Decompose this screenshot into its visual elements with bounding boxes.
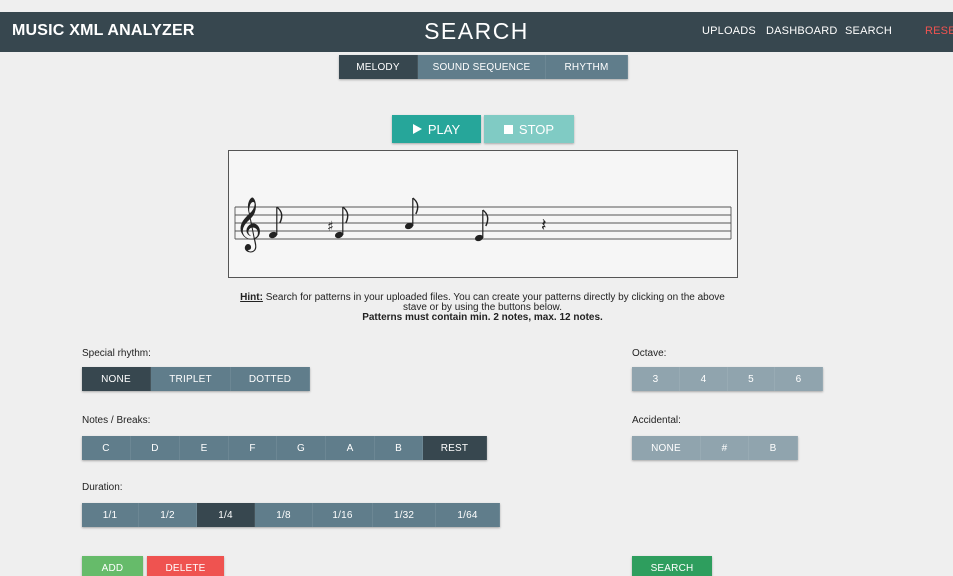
nav-uploads[interactable]: UPLOADS (702, 25, 756, 37)
stop-label: STOP (518, 121, 555, 137)
play-label: PLAY (427, 121, 461, 137)
duration-1-2-button[interactable]: 1/2 (139, 503, 197, 527)
notes-breaks-label: Notes / Breaks: (82, 415, 151, 426)
stop-icon (503, 124, 513, 134)
octave-4-button[interactable]: 4 (680, 367, 728, 391)
hint-label: Hint: (240, 292, 263, 303)
hint-body: Search for patterns in your uploaded fil… (265, 292, 725, 313)
rest-button[interactable]: REST (423, 436, 487, 460)
note-g-button[interactable]: G (277, 436, 326, 460)
octave-label: Octave: (632, 348, 667, 359)
sharp-icon: ♯ (327, 219, 334, 235)
add-button[interactable]: ADD (82, 556, 143, 576)
octave-5-button[interactable]: 5 (728, 367, 775, 391)
stop-button[interactable]: STOP (484, 115, 574, 143)
rhythm-none-button[interactable]: NONE (82, 367, 151, 391)
nav-reset[interactable]: RESET (925, 25, 953, 37)
duration-1-8-button[interactable]: 1/8 (255, 503, 313, 527)
note-c-button[interactable]: C (82, 436, 131, 460)
hint-rule: Patterns must contain min. 2 notes, max.… (362, 312, 603, 323)
note-3[interactable] (404, 197, 419, 230)
hint-text: Hint: Search for patterns in your upload… (240, 293, 725, 323)
search-mode-tabs: MELODY SOUND SEQUENCE RHYTHM (339, 55, 628, 79)
duration-1-16-button[interactable]: 1/16 (313, 503, 373, 527)
note-a-button[interactable]: A (326, 436, 375, 460)
treble-clef-icon: 𝄞 (235, 196, 262, 252)
nav-dashboard[interactable]: DASHBOARD (766, 25, 837, 37)
accidental-group: NONE # B (632, 436, 798, 460)
notes-breaks-group: C D E F G A B REST (82, 436, 487, 460)
tab-melody[interactable]: MELODY (339, 55, 418, 79)
quarter-rest-icon[interactable]: 𝄽 (541, 215, 547, 236)
music-stave[interactable]: 𝄞 ♯ 𝄽 (228, 150, 738, 278)
accidental-flat-button[interactable]: B (749, 436, 798, 460)
note-f-button[interactable]: F (229, 436, 277, 460)
note-d-button[interactable]: D (131, 436, 180, 460)
duration-1-1-button[interactable]: 1/1 (82, 503, 139, 527)
duration-label: Duration: (82, 482, 123, 493)
special-rhythm-label: Special rhythm: (82, 348, 151, 359)
play-icon (412, 124, 422, 134)
play-button[interactable]: PLAY (392, 115, 481, 143)
tab-rhythm[interactable]: RHYTHM (546, 55, 628, 79)
app-header: MUSIC XML ANALYZER SEARCH UPLOADS DASHBO… (0, 12, 953, 52)
accidental-label: Accidental: (632, 415, 681, 426)
accidental-sharp-button[interactable]: # (701, 436, 749, 460)
octave-group: 3 4 5 6 (632, 367, 823, 391)
search-button[interactable]: SEARCH (632, 556, 712, 576)
octave-6-button[interactable]: 6 (775, 367, 823, 391)
note-b-button[interactable]: B (375, 436, 423, 460)
delete-button[interactable]: DELETE (147, 556, 224, 576)
nav-search[interactable]: SEARCH (845, 25, 892, 37)
octave-3-button[interactable]: 3 (632, 367, 680, 391)
tab-sound-sequence[interactable]: SOUND SEQUENCE (418, 55, 546, 79)
note-e-button[interactable]: E (180, 436, 229, 460)
rhythm-dotted-button[interactable]: DOTTED (231, 367, 310, 391)
duration-1-4-button[interactable]: 1/4 (197, 503, 255, 527)
special-rhythm-group: NONE TRIPLET DOTTED (82, 367, 310, 391)
duration-group: 1/1 1/2 1/4 1/8 1/16 1/32 1/64 (82, 503, 500, 527)
duration-1-32-button[interactable]: 1/32 (373, 503, 436, 527)
accidental-none-button[interactable]: NONE (632, 436, 701, 460)
duration-1-64-button[interactable]: 1/64 (436, 503, 500, 527)
stave-canvas[interactable]: 𝄞 ♯ 𝄽 (229, 151, 737, 277)
rhythm-triplet-button[interactable]: TRIPLET (151, 367, 231, 391)
